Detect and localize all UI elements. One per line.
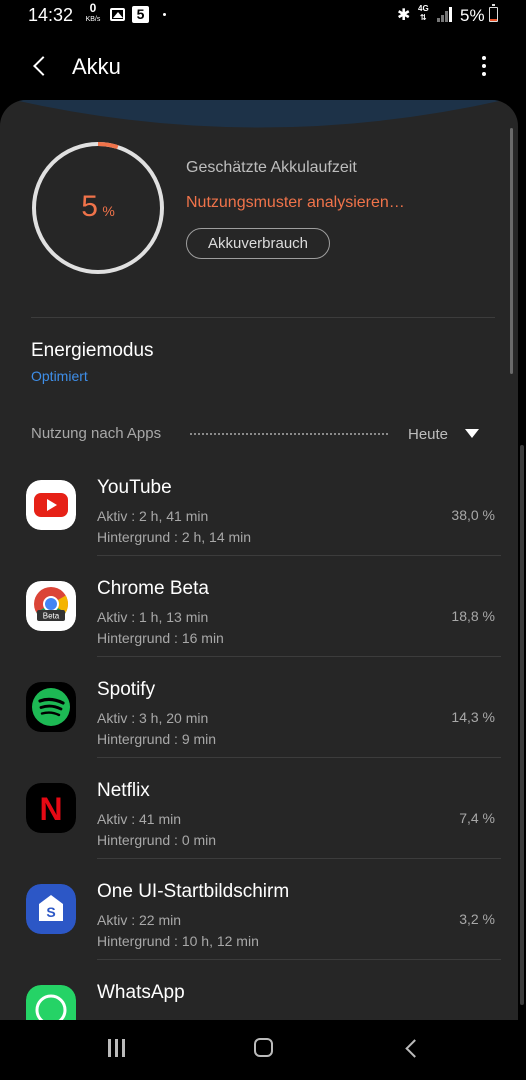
dropdown-arrow-icon[interactable] (465, 429, 479, 438)
app-name: Chrome Beta (97, 578, 209, 599)
app-background-time: Hintergrund : 0 min (97, 832, 217, 848)
battery-level-symbol: % (102, 203, 115, 219)
header-arc-decoration (14, 100, 504, 128)
chrome-beta-icon-badge: Beta (43, 612, 60, 621)
app-usage-item-youtube[interactable]: YouTube Aktiv : 2 h, 41 min Hintergrund … (0, 465, 518, 566)
app-name: One UI-Startbildschirm (97, 881, 290, 902)
status-time: 14:32 (28, 5, 74, 25)
app-active-time: Aktiv : 41 min (97, 811, 182, 827)
netflix-icon: N (26, 783, 76, 833)
app-usage-item-spotify[interactable]: Spotify Aktiv : 3 h, 20 min Hintergrund … (0, 667, 518, 768)
battery-icon (489, 4, 498, 22)
app-usage-percent: 14,3 % (451, 709, 495, 725)
estimate-label: Geschätzte Akkulaufzeit (186, 159, 357, 176)
app-background-time: Hintergrund : 2 h, 14 min (97, 529, 252, 545)
app-usage-item-netflix[interactable]: N Netflix Aktiv : 41 min Hintergrund : 0… (0, 768, 518, 869)
edge-panel-handle[interactable] (520, 445, 524, 1005)
back-arrow-icon[interactable] (30, 54, 54, 78)
power-mode-value: Optimiert (31, 368, 88, 384)
youtube-icon (26, 480, 76, 530)
gallery-notification-icon (110, 8, 125, 21)
app-name: Spotify (97, 679, 156, 700)
section-divider (31, 317, 495, 318)
battery-level-number: 5 (81, 190, 98, 223)
recents-icon[interactable] (108, 1039, 128, 1057)
app-background-time: Hintergrund : 10 h, 12 min (97, 933, 259, 949)
app-name: WhatsApp (97, 982, 185, 1003)
row-divider (97, 959, 501, 960)
row-divider (97, 858, 501, 859)
one-ui-home-icon: S (26, 884, 76, 934)
nav-back-icon[interactable] (402, 1038, 422, 1058)
more-notifications-dot-icon (163, 13, 166, 16)
battery-percent-text: 5% (460, 6, 485, 25)
net-speed-indicator: 0 KB/s (83, 1, 103, 24)
app-usage-percent: 7,4 % (459, 810, 495, 826)
more-options-icon[interactable] (474, 54, 494, 80)
app-usage-item-one-ui-home[interactable]: S One UI-Startbildschirm Aktiv : 22 min … (0, 869, 518, 970)
one-ui-home-icon-letter: S (46, 904, 55, 920)
navigation-bar (0, 1020, 526, 1080)
estimate-status: Nutzungsmuster analysieren… (186, 194, 405, 211)
row-divider (97, 757, 501, 758)
battery-level-text: 5 % (30, 190, 166, 224)
notification-badge-icon: 5 (132, 6, 149, 23)
period-dropdown[interactable]: Heute (408, 426, 448, 443)
signal-strength-icon (437, 7, 453, 22)
net-speed-unit: KB/s (85, 16, 101, 23)
page-title: Akku (72, 54, 121, 79)
netflix-icon-letter: N (39, 791, 62, 827)
app-active-time: Aktiv : 22 min (97, 912, 182, 928)
app-active-time: Aktiv : 3 h, 20 min (97, 710, 209, 726)
app-active-time: Aktiv : 2 h, 41 min (97, 508, 209, 524)
net-speed-value: 0 (89, 1, 97, 15)
status-bar: 14:32 0 KB/s 5 ✱ 4G ⇅ 5% (0, 0, 526, 34)
network-type-label: 4G (418, 4, 429, 13)
spotify-icon (26, 682, 76, 732)
app-usage-percent: 18,8 % (451, 608, 495, 624)
app-active-time: Aktiv : 1 h, 13 min (97, 609, 209, 625)
scrollbar[interactable] (510, 128, 513, 374)
chrome-beta-icon: Beta (26, 581, 76, 631)
app-usage-item-whatsapp[interactable]: WhatsApp (0, 970, 518, 1020)
app-background-time: Hintergrund : 16 min (97, 630, 224, 646)
whatsapp-icon (26, 985, 76, 1020)
battery-usage-button[interactable]: Akkuverbrauch (186, 228, 330, 259)
bluetooth-icon: ✱ (397, 7, 411, 24)
app-name: Netflix (97, 780, 150, 801)
app-usage-item-chrome-beta[interactable]: Beta Chrome Beta Aktiv : 1 h, 13 min Hin… (0, 566, 518, 667)
row-divider (97, 555, 501, 556)
app-bar: Akku (0, 34, 526, 100)
app-usage-percent: 3,2 % (459, 911, 495, 927)
row-divider (97, 656, 501, 657)
usage-by-apps-header: Nutzung nach Apps (31, 425, 162, 442)
home-icon[interactable] (254, 1038, 273, 1057)
app-background-time: Hintergrund : 9 min (97, 731, 217, 747)
app-usage-percent: 38,0 % (451, 507, 495, 523)
power-mode-title: Energiemodus (31, 340, 154, 361)
dotted-separator (190, 433, 388, 435)
network-type-icon: 4G ⇅ (418, 4, 429, 22)
app-name: YouTube (97, 477, 172, 498)
